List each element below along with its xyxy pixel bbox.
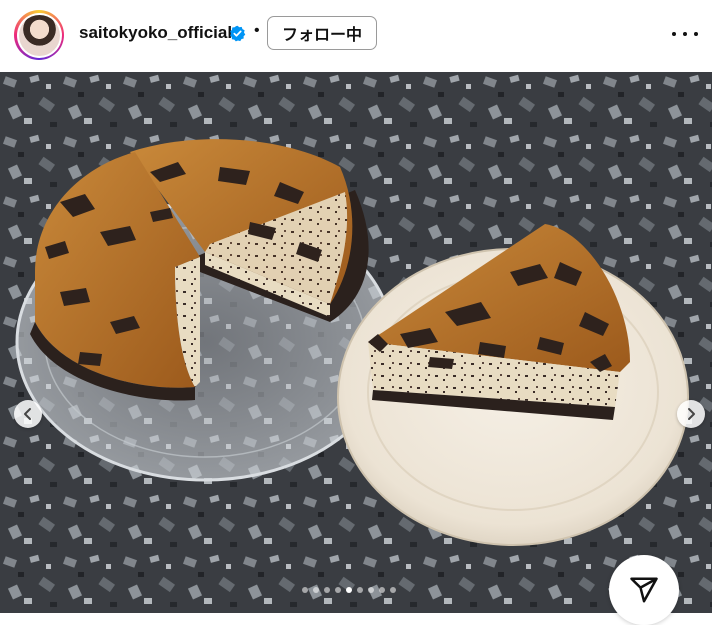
previous-photo-button[interactable] (14, 400, 42, 428)
carousel-dot (313, 587, 319, 593)
avatar[interactable] (14, 10, 64, 60)
carousel-dot (357, 587, 363, 593)
separator-dot: • (254, 22, 260, 39)
carousel-dot (390, 587, 396, 593)
send-icon (630, 577, 658, 603)
avatar-image (18, 14, 60, 56)
share-button[interactable] (609, 555, 679, 625)
cheesecake-photo (0, 72, 712, 613)
more-options-icon[interactable] (672, 24, 698, 44)
carousel-dot (335, 587, 341, 593)
chevron-left-icon (24, 408, 31, 420)
carousel-dot-active (346, 587, 352, 593)
chevron-right-icon (688, 408, 695, 420)
carousel-dot (324, 587, 330, 593)
carousel-dot (379, 587, 385, 593)
post-photo[interactable] (0, 72, 712, 613)
following-button[interactable]: フォロー中 (267, 16, 377, 50)
more-dot (694, 32, 698, 36)
carousel-dot (368, 587, 374, 593)
verified-badge-icon (230, 25, 246, 42)
post-header: saitokyoko_official • フォロー中 (0, 0, 712, 72)
more-dot (683, 32, 687, 36)
carousel-dot (302, 587, 308, 593)
username-link[interactable]: saitokyoko_official (79, 23, 232, 43)
avatar-border (16, 12, 62, 58)
more-dot (672, 32, 676, 36)
next-photo-button[interactable] (677, 400, 705, 428)
carousel-indicator (302, 587, 396, 593)
